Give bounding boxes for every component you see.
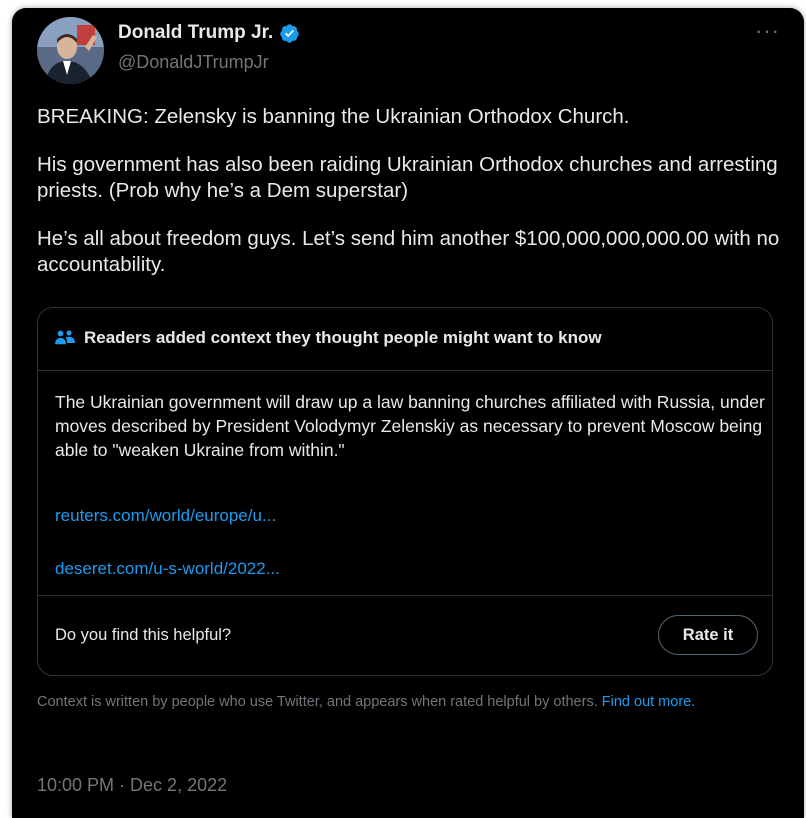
tweet-paragraph: BREAKING: Zelensky is banning the Ukrain… xyxy=(37,105,630,128)
people-icon xyxy=(55,330,75,345)
tweet-paragraph: He’s all about freedom guys. Let’s send … xyxy=(37,227,780,276)
context-footer: Context is written by people who use Twi… xyxy=(37,692,777,713)
tweet-timestamp[interactable]: 10:00 PM · Dec 2, 2022 xyxy=(37,775,227,796)
community-note-header: Readers added context they thought peopl… xyxy=(54,328,602,348)
divider xyxy=(38,595,772,596)
avatar[interactable] xyxy=(37,17,104,84)
tweet-paragraph: His government has also been raiding Ukr… xyxy=(37,153,778,202)
author-handle[interactable]: @DonaldJTrumpJr xyxy=(118,52,269,73)
find-out-more-link[interactable]: Find out more. xyxy=(602,694,696,710)
more-options-icon[interactable]: ··· xyxy=(755,18,780,44)
divider xyxy=(38,370,772,371)
source-link-reuters[interactable]: reuters.com/world/europe/u... xyxy=(55,506,276,526)
community-note: Readers added context they thought peopl… xyxy=(37,307,773,676)
verified-badge-icon xyxy=(280,23,299,43)
community-note-title: Readers added context they thought peopl… xyxy=(84,328,602,347)
tweet-card: Donald Trump Jr. @DonaldJTrumpJr ··· BRE… xyxy=(12,8,804,818)
author-name-row[interactable]: Donald Trump Jr. xyxy=(118,22,300,44)
rate-it-button[interactable]: Rate it xyxy=(658,615,758,655)
context-footer-text: Context is written by people who use Twi… xyxy=(37,694,602,710)
helpful-question: Do you find this helpful? xyxy=(55,626,232,644)
community-note-body: The Ukrainian government will draw up a … xyxy=(55,392,765,460)
source-link-deseret[interactable]: deseret.com/u-s-world/2022... xyxy=(55,559,280,579)
avatar-image xyxy=(37,17,104,84)
author-name[interactable]: Donald Trump Jr. xyxy=(118,22,273,44)
tweet-text: BREAKING: Zelensky is banning the Ukrain… xyxy=(37,104,787,300)
